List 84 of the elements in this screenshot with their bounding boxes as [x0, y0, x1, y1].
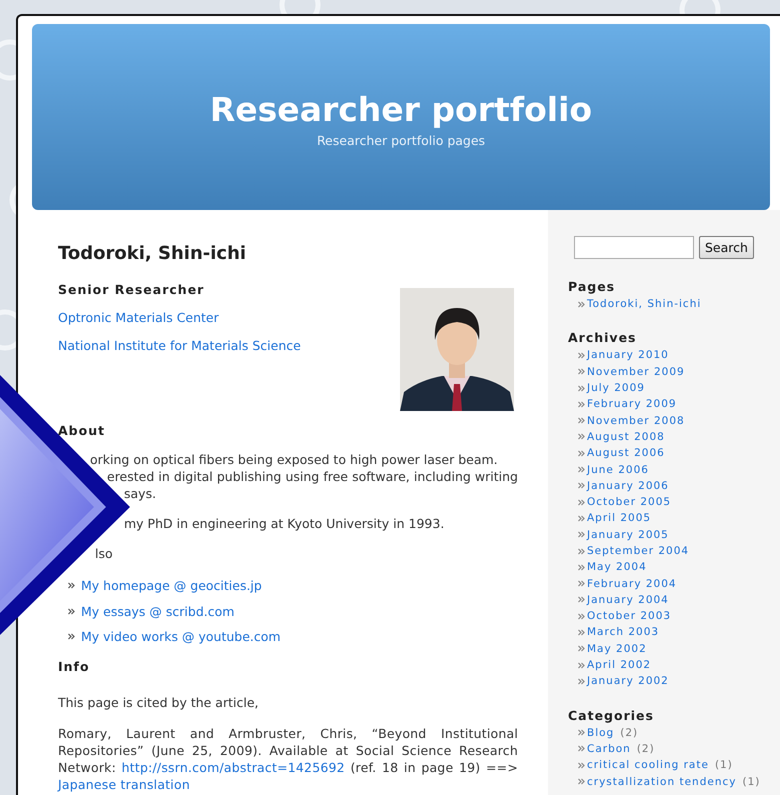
bullet-icon: [578, 580, 585, 588]
bullet-icon: [578, 417, 585, 424]
bullet-icon: [578, 778, 585, 786]
bullet-icon: [68, 582, 75, 590]
sidebar-link[interactable]: March 2003: [587, 626, 660, 638]
bullet-icon: [578, 662, 585, 669]
sidebar-link[interactable]: January 2006: [587, 480, 669, 492]
sidebar-heading: Pages: [568, 279, 616, 294]
profile-link[interactable]: My essays @ scribd.com: [81, 604, 234, 619]
bullet-icon: [578, 729, 585, 736]
category-link[interactable]: Blog: [587, 726, 614, 739]
sidebar-link[interactable]: February 2009: [587, 398, 677, 410]
sidebar-link[interactable]: June 2006: [587, 464, 649, 476]
bullet-icon: [578, 564, 585, 571]
sidebar-link[interactable]: November 2008: [587, 414, 685, 427]
bullet-icon: [68, 608, 75, 615]
post-count: (2): [636, 742, 655, 755]
affiliation-link[interactable]: Optronic Materials Center: [58, 310, 219, 325]
paragraph: lso: [94, 545, 114, 562]
sidebar-link[interactable]: May 2004: [587, 561, 647, 574]
affiliation-link[interactable]: National Institute for Materials Science: [58, 338, 301, 353]
bullet-icon: [578, 498, 585, 506]
site-title[interactable]: Researcher portfolio: [210, 90, 592, 129]
category-link[interactable]: crystallization tendency: [587, 776, 736, 788]
sidebar-link[interactable]: October 2005: [587, 496, 672, 508]
sidebar-heading: Categories: [568, 708, 655, 723]
sidebar-link[interactable]: Todoroki, Shin-ichi: [587, 298, 702, 310]
sidebar-link[interactable]: January 2004: [587, 594, 669, 606]
sidebar-heading: Archives: [568, 330, 638, 346]
sidebar-link[interactable]: July 2009: [587, 382, 645, 394]
sidebar-link[interactable]: January 2002: [587, 675, 669, 688]
bullet-icon: [578, 433, 585, 440]
bullet-icon: [578, 678, 585, 685]
sidebar-link[interactable]: February 2004: [587, 578, 677, 590]
section-heading: Info: [58, 658, 91, 674]
bullet-icon: [578, 450, 585, 457]
bullet-icon: [578, 645, 585, 652]
bullet-icon: [578, 762, 585, 769]
sidebar-link[interactable]: April 2002: [587, 659, 652, 672]
paragraph: my PhD in engineering at Kyoto University in 1993.: [123, 515, 446, 532]
citation-link[interactable]: Japanese translation: [58, 776, 190, 792]
bullet-icon: [578, 531, 585, 538]
search-field[interactable]: [574, 236, 694, 259]
profile-link[interactable]: My homepage @ geocities.jp: [81, 578, 262, 594]
sidebar-link[interactable]: April 2005: [587, 512, 652, 524]
paragraph: This page is cited by the article,: [58, 694, 260, 710]
sidebar-link[interactable]: August 2008: [587, 430, 665, 443]
citation-link[interactable]: http://ssrn.com/abstract=1425692: [122, 760, 345, 774]
page-title: Todoroki, Shin-ichi: [58, 243, 248, 264]
sidebar-link[interactable]: January 2010: [587, 349, 669, 362]
sidebar-link[interactable]: August 2006: [587, 447, 665, 460]
search-button[interactable]: Search: [699, 236, 754, 259]
sidebar-link[interactable]: May 2002: [587, 642, 647, 655]
citation-paragraph: Romary, Laurent and Armbruster, Chris, “Beyond Institutional Repositories” (June 25, 2009). Available at Social Science Research Network: http://ssrn.com/abstract=1425692 (ref. 18 in page 19) ==> Japanese translation: [58, 724, 518, 792]
sidebar-link[interactable]: November 2009: [587, 366, 685, 378]
bullet-icon: [578, 548, 585, 554]
paragraph-line: says.: [123, 485, 158, 502]
bullet-icon: [578, 466, 585, 474]
bullet-icon: [578, 300, 585, 308]
category-link[interactable]: critical cooling rate: [587, 759, 709, 772]
bullet-icon: [578, 400, 585, 408]
post-count: (2): [620, 726, 638, 739]
section-heading: About: [58, 423, 106, 438]
bullet-icon: [578, 482, 585, 490]
profile-link[interactable]: My video works @ youtube.com: [81, 629, 281, 644]
sidebar-link[interactable]: September 2004: [587, 545, 690, 557]
bullet-icon: [578, 628, 585, 636]
paragraph-line: orking on optical fibers being exposed to high power laser beam.: [89, 451, 499, 468]
bullet-icon: [68, 633, 75, 640]
site-tagline: Researcher portfolio pages: [316, 133, 486, 148]
sidebar-link[interactable]: January 2005: [587, 528, 669, 541]
sidebar-link[interactable]: October 2003: [587, 610, 672, 622]
post-count: (1): [714, 759, 733, 772]
bullet-icon: [578, 352, 585, 359]
category-link[interactable]: Carbon: [587, 742, 631, 755]
bullet-icon: [578, 596, 585, 604]
bullet-icon: [578, 384, 585, 392]
bullet-icon: [578, 745, 585, 752]
position-title: Senior Researcher: [58, 282, 206, 297]
post-count: (1): [742, 776, 760, 788]
bullet-icon: [578, 612, 585, 620]
bullet-icon: [578, 368, 585, 376]
bullet-icon: [578, 514, 585, 522]
paragraph-line: erested in digital publishing using free software, including writing: [106, 468, 518, 485]
